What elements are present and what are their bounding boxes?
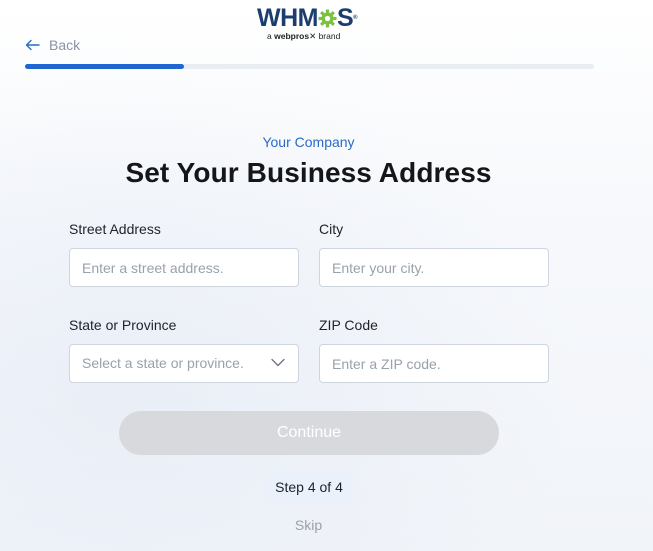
city-input[interactable] <box>320 249 548 286</box>
back-label: Back <box>49 37 81 53</box>
arrow-left-icon <box>25 39 40 51</box>
progress-bar-fill <box>25 64 185 69</box>
step-indicator: Step 4 of 4 <box>265 472 353 502</box>
street-address-label: Street Address <box>69 221 161 237</box>
tagline-prefix: a <box>267 31 272 41</box>
street-address-input[interactable] <box>70 249 298 286</box>
logo-text-end: S <box>336 4 354 32</box>
continue-button[interactable]: Continue <box>119 411 499 455</box>
back-button[interactable]: Back <box>25 36 80 54</box>
street-address-field <box>69 248 299 287</box>
webpros-mark-icon: ✕ <box>309 31 317 41</box>
tagline-brand: webpros <box>274 31 310 41</box>
section-eyebrow: Your Company <box>262 134 355 150</box>
gear-icon <box>318 9 337 28</box>
zip-code-input[interactable] <box>320 345 548 382</box>
zip-code-field <box>319 344 549 383</box>
progress-bar <box>25 64 594 69</box>
skip-link[interactable]: Skip <box>0 517 617 533</box>
state-province-label: State or Province <box>69 317 177 333</box>
logo-tagline: a webpros✕ brand <box>267 31 340 41</box>
state-province-selected: Select a state or province. <box>82 355 244 371</box>
whmcs-logo: WHM S® a webpros✕ brand <box>257 4 361 42</box>
registered-mark: ® <box>353 15 358 21</box>
state-province-select[interactable]: Select a state or province. <box>69 344 299 383</box>
zip-code-label: ZIP Code <box>319 317 378 333</box>
city-label: City <box>319 221 344 237</box>
logo-text-start: WHM <box>257 4 318 32</box>
tagline-suffix: brand <box>318 31 341 41</box>
city-field <box>319 248 549 287</box>
chevron-down-icon <box>271 358 285 367</box>
page-title: Set Your Business Address <box>125 157 492 188</box>
logo-wordmark: WHM S® <box>257 4 358 32</box>
